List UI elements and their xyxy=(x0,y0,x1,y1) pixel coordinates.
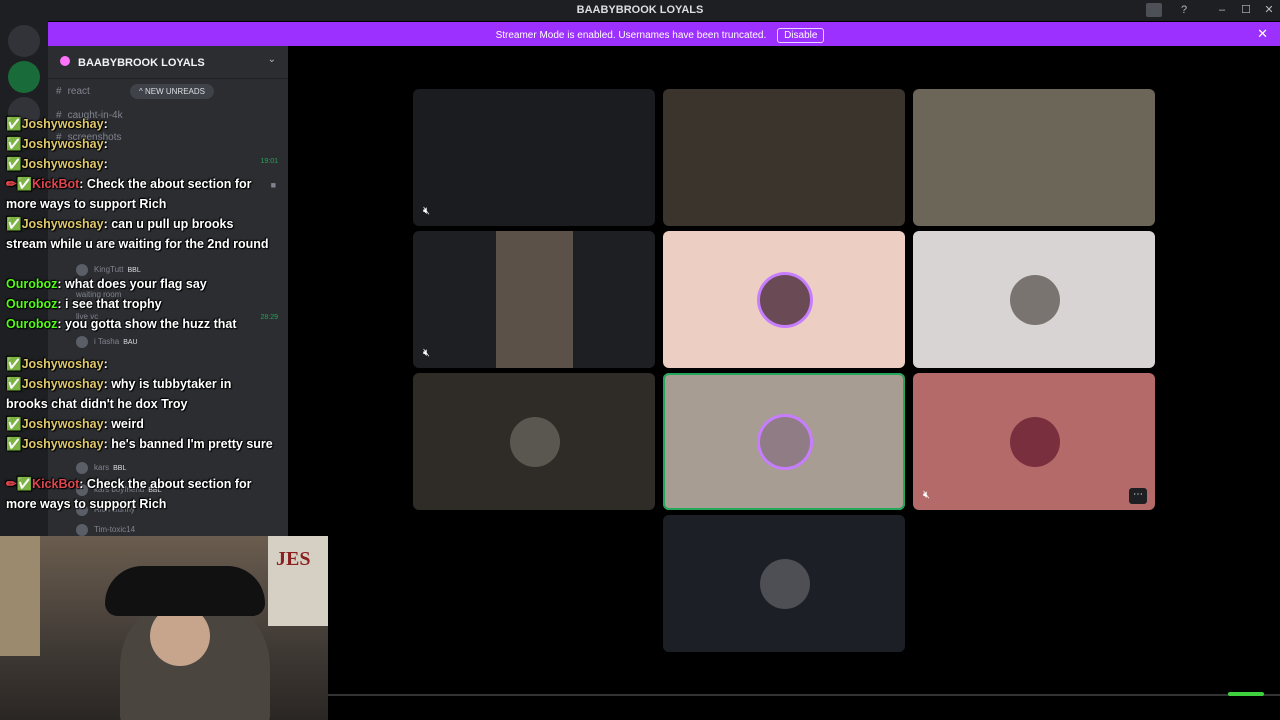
discord-home-icon[interactable] xyxy=(8,25,40,57)
mic-muted-icon: 🔇︎ xyxy=(423,205,430,217)
video-tile[interactable] xyxy=(663,89,905,226)
avatar-tile[interactable]: 🔇︎ ⋯ xyxy=(913,373,1155,510)
avatar-tile[interactable] xyxy=(913,231,1155,368)
video-tile[interactable]: 🔇︎ xyxy=(413,89,655,226)
chat-message: ✅Joshywoshay: weird xyxy=(6,417,144,431)
inbox-icon[interactable] xyxy=(1146,3,1162,17)
maximize-button[interactable]: ☐ xyxy=(1238,3,1254,17)
streamer-webcam: JES xyxy=(0,536,328,720)
close-window-button[interactable]: ✕ xyxy=(1261,3,1277,17)
avatar-tile-speaking[interactable] xyxy=(663,373,905,510)
stream-progress-bar xyxy=(328,694,1280,696)
background-door xyxy=(0,536,40,656)
chat-message: Ouroboz: i see that trophy xyxy=(6,297,162,311)
video-tile[interactable] xyxy=(913,89,1155,226)
chat-message: ✅Joshywoshay: xyxy=(6,117,108,131)
streamer-mode-banner: Streamer Mode is enabled. Usernames have… xyxy=(48,22,1280,46)
server-name: BAABYBROOK LOYALS xyxy=(78,57,205,69)
banner-message: Streamer Mode is enabled. Usernames have… xyxy=(495,30,767,41)
disable-streamer-mode-button[interactable]: Disable xyxy=(777,28,825,43)
chat-message: ✅Joshywoshay: can u pull up brooks strea… xyxy=(6,217,269,251)
chat-message: ✏✅KickBot: Check the about section for m… xyxy=(6,177,252,211)
avatar xyxy=(510,417,560,467)
chat-message: ✅Joshywoshay: xyxy=(6,157,108,171)
boost-icon xyxy=(60,56,70,66)
chat-message: ✅Joshywoshay: why is tubbytaker in brook… xyxy=(6,377,232,411)
more-options-icon[interactable]: ⋯ xyxy=(1129,488,1147,504)
chat-message: ✅Joshywoshay: xyxy=(6,137,108,151)
avatar xyxy=(1010,275,1060,325)
status-indicator xyxy=(1228,692,1264,696)
help-icon[interactable]: ? xyxy=(1176,3,1192,17)
stream-chat-overlay: ✅Joshywoshay: ✅Joshywoshay: ✅Joshywoshay… xyxy=(6,114,276,534)
portrait-video xyxy=(496,231,573,368)
channel-react[interactable]: # react xyxy=(56,86,90,104)
mic-muted-icon: 🔇︎ xyxy=(423,347,430,359)
avatar xyxy=(1010,417,1060,467)
chat-message: Ouroboz: what does your flag say xyxy=(6,277,207,291)
chat-message: ✅Joshywoshay: xyxy=(6,357,108,371)
window-titlebar: BAABYBROOK LOYALS ? – ☐ ✕ xyxy=(0,0,1280,21)
close-banner-icon[interactable]: ✕ xyxy=(1257,26,1268,42)
video-tile[interactable]: 🔇︎ xyxy=(413,231,655,368)
wall-poster: JES xyxy=(268,536,328,626)
chat-message: ✏✅KickBot: Check the about section for m… xyxy=(6,477,252,511)
avatar xyxy=(760,417,810,467)
avatar-tile[interactable] xyxy=(413,373,655,510)
chevron-down-icon[interactable]: ⌄ xyxy=(268,54,276,65)
cowboy-hat xyxy=(105,566,265,616)
server-header[interactable]: BAABYBROOK LOYALS ⌄ xyxy=(48,46,288,79)
window-title: BAABYBROOK LOYALS xyxy=(576,4,704,16)
chat-message: ✅Joshywoshay: he's banned I'm pretty sur… xyxy=(6,437,273,451)
hash-icon: # xyxy=(56,86,62,97)
mic-muted-icon: 🔇︎ xyxy=(923,489,930,501)
avatar-tile[interactable] xyxy=(663,231,905,368)
avatar-tile[interactable] xyxy=(663,515,905,652)
avatar xyxy=(760,275,810,325)
server-icon[interactable] xyxy=(8,61,40,93)
chat-message: Ouroboz: you gotta show the huzz that xyxy=(6,317,237,331)
avatar xyxy=(760,559,810,609)
new-unreads-button[interactable]: ^ NEW UNREADS xyxy=(130,84,214,99)
minimize-button[interactable]: – xyxy=(1214,3,1230,17)
